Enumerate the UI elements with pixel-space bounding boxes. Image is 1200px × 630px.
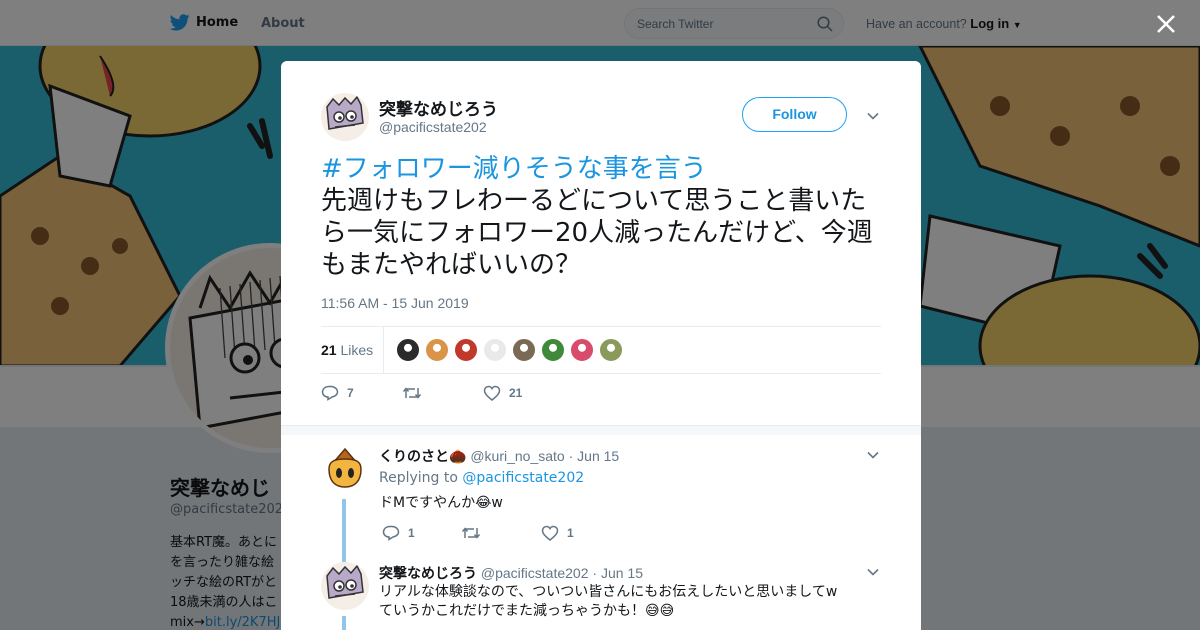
reply-author-name[interactable]: くりのさと🌰 xyxy=(379,449,466,465)
retweet-button[interactable] xyxy=(402,385,430,401)
heart-icon xyxy=(541,525,559,541)
reply-author-name[interactable]: 突撃なめじろう xyxy=(379,566,477,582)
like-count: 1 xyxy=(567,526,574,540)
reply-avatar[interactable] xyxy=(321,562,369,610)
follow-button[interactable]: Follow xyxy=(742,97,847,132)
hashtag-link[interactable]: #フォロワー減りそうな事を言う xyxy=(321,153,881,185)
close-icon[interactable] xyxy=(1153,11,1179,37)
like-button[interactable]: 1 xyxy=(541,525,574,541)
replying-prefix: Replying to xyxy=(379,470,458,486)
reply-date[interactable]: · Jun 15 xyxy=(569,448,620,464)
liker-avatar[interactable] xyxy=(541,338,565,362)
like-count: 21 xyxy=(509,386,523,400)
retweet-icon xyxy=(461,527,481,539)
chestnut-avatar-icon xyxy=(321,445,369,493)
reply-text-line: ていうかこれだけでまた減っちゃうかも！😅😅 xyxy=(379,603,675,619)
retweet-icon xyxy=(402,387,422,399)
reply-author-handle[interactable]: @kuri_no_sato xyxy=(470,448,564,464)
author-handle[interactable]: @pacificstate202 xyxy=(379,119,487,135)
heart-icon xyxy=(483,385,501,401)
tweet-timestamp[interactable]: 11:56 AM - 15 Jun 2019 xyxy=(321,295,469,311)
replying-to: Replying to @pacificstate202 xyxy=(379,470,584,486)
chevron-down-icon[interactable] xyxy=(866,565,880,579)
reply-header: くりのさと🌰 @kuri_no_sato · Jun 15 xyxy=(379,446,619,466)
tweet-modal: 突撃なめじろう @pacificstate202 Follow #フォロワー減り… xyxy=(281,61,921,630)
liker-avatar[interactable] xyxy=(570,338,594,362)
reply-icon xyxy=(382,525,400,541)
reply-avatar[interactable] xyxy=(321,445,369,493)
author-name[interactable]: 突撃なめじろう xyxy=(379,95,498,120)
retweet-button[interactable] xyxy=(461,525,489,541)
reply-text: ドMですやんか😂w xyxy=(379,495,503,511)
replies-divider xyxy=(281,425,921,435)
chevron-down-icon[interactable] xyxy=(866,109,880,123)
reply-actions: 1 1 xyxy=(382,525,682,545)
stats-divider xyxy=(383,327,384,373)
liker-avatar[interactable] xyxy=(599,338,623,362)
thread-line xyxy=(342,616,346,630)
tweet-stats: 21 Likes xyxy=(321,326,881,374)
tweet-actions: 7 21 xyxy=(321,385,621,405)
replying-to-link[interactable]: @pacificstate202 xyxy=(462,470,584,486)
liker-avatar[interactable] xyxy=(396,338,420,362)
like-button[interactable]: 21 xyxy=(483,385,522,401)
liker-avatars xyxy=(396,338,623,362)
likes-count: 21 xyxy=(321,342,337,358)
reply-text: リアルな体験談なので、ついつい皆さんにもお伝えしたいと思いましてw ていうかこれ… xyxy=(379,583,859,621)
reply-date[interactable]: · Jun 15 xyxy=(592,565,643,581)
avatar-illustration xyxy=(321,562,369,610)
reply-count: 1 xyxy=(408,526,415,540)
liker-avatar[interactable] xyxy=(483,338,507,362)
chevron-down-icon[interactable] xyxy=(866,448,880,462)
liker-avatar[interactable] xyxy=(454,338,478,362)
reply-icon xyxy=(321,385,339,401)
liker-avatar[interactable] xyxy=(512,338,536,362)
likes-label: Likes xyxy=(340,342,374,358)
reply-button[interactable]: 7 xyxy=(321,385,354,401)
likes-stat[interactable]: 21 Likes xyxy=(321,342,373,358)
tweet-text: #フォロワー減りそうな事を言う 先週けもフレわーるどについて思うこと書いたら一気… xyxy=(321,153,881,281)
reply-text-line: リアルな体験談なので、ついつい皆さんにもお伝えしたいと思いましてw xyxy=(379,584,838,600)
tweet-body: 先週けもフレわーるどについて思うこと書いたら一気にフォロワー20人減ったんだけど… xyxy=(321,186,873,280)
author-avatar[interactable] xyxy=(321,93,369,141)
liker-avatar[interactable] xyxy=(425,338,449,362)
reply-button[interactable]: 1 xyxy=(382,525,415,541)
avatar-illustration xyxy=(321,93,369,141)
reply-count: 7 xyxy=(347,386,354,400)
reply-header: 突撃なめじろう @pacificstate202 · Jun 15 xyxy=(379,563,643,583)
reply-author-handle[interactable]: @pacificstate202 xyxy=(481,565,589,581)
